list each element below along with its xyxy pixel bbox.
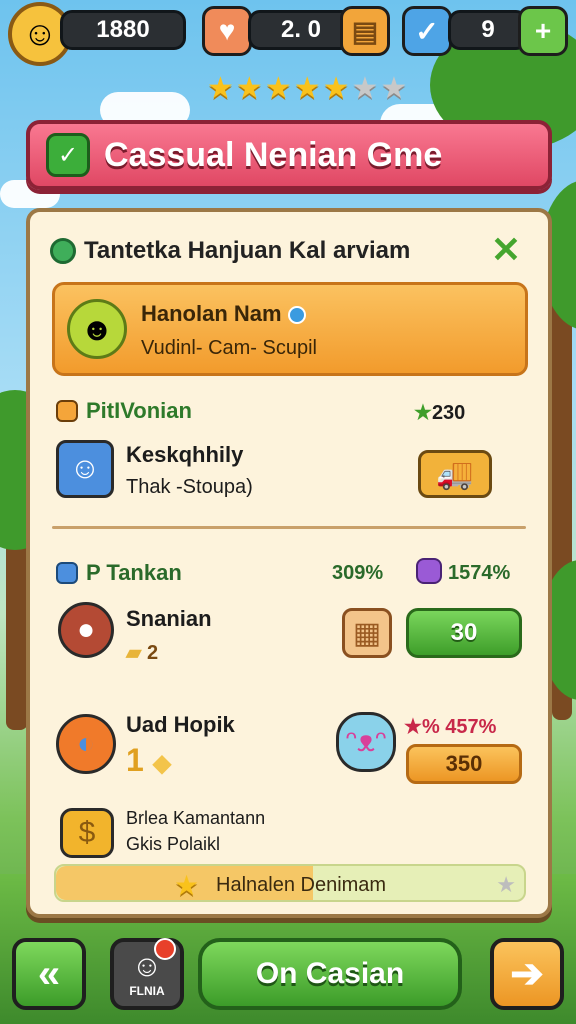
item-b-stat: ★% 457% bbox=[404, 714, 496, 739]
progress-label: Halnalen Denimam bbox=[216, 874, 387, 896]
item-b-buy-label: 350 bbox=[445, 751, 483, 776]
back-arrow-icon: « bbox=[37, 951, 61, 996]
red-creature-icon: ● bbox=[58, 602, 114, 658]
progress-star-icon: ★ bbox=[174, 870, 200, 901]
truck-icon: 🚚 bbox=[418, 450, 492, 498]
section2-pct-a: 309% bbox=[332, 562, 384, 584]
orange-gem-icon bbox=[56, 400, 78, 422]
item-b-subtitle: 1 ◆ bbox=[126, 742, 171, 779]
star-rating: ★ ★ ★ ★ ★ ★ ★ bbox=[207, 74, 407, 104]
item-b-subtitle-text: 1 bbox=[126, 742, 144, 778]
progress-end-star-icon: ★ bbox=[496, 872, 516, 897]
item-c-title: Brlea Kamantann bbox=[126, 808, 266, 828]
item-b-buy-button[interactable]: 350 bbox=[406, 744, 522, 784]
green-star-icon: ★ bbox=[414, 402, 432, 424]
section1-heading: PitIVonian bbox=[56, 398, 192, 424]
rating-star-icon: ★ bbox=[235, 72, 263, 105]
hero-name: Hanolan Nam bbox=[141, 301, 306, 327]
close-button[interactable]: ✕ bbox=[488, 232, 524, 268]
energy-count: 9 bbox=[481, 16, 495, 43]
chest-icon[interactable]: ▤ bbox=[340, 6, 390, 56]
pink-star-icon: ★ bbox=[404, 716, 422, 738]
section2-heading-text: P Tankan bbox=[86, 560, 182, 585]
panel-title: Tantetka Hanjuan Kal arviam bbox=[84, 237, 411, 264]
section1-item-subtitle: Thak -Stoupa) bbox=[126, 476, 253, 498]
main-panel: Tantetka Hanjuan Kal arviam ✕ ☻ Hanolan … bbox=[26, 208, 552, 918]
coin-count: 1880 bbox=[96, 16, 150, 43]
purple-gem-icon bbox=[416, 558, 442, 584]
main-action-button[interactable]: On Casian bbox=[198, 938, 462, 1010]
shield-check-icon: ✓ bbox=[46, 133, 90, 177]
energy-counter: 9 bbox=[448, 10, 528, 50]
section1-reward: ★230 bbox=[414, 400, 465, 425]
item-b-stat-text: % 457% bbox=[421, 716, 497, 738]
section2-heading: P Tankan bbox=[56, 560, 182, 586]
game-title: Cassual Nenian Gme bbox=[104, 135, 443, 174]
energy-icon: ✓ bbox=[402, 6, 452, 56]
hero-name-text: Hanolan Nam bbox=[141, 301, 282, 326]
blue-cat-icon: ᵔᴥᵔ bbox=[336, 712, 396, 772]
section2-pct-b: 1574% bbox=[448, 562, 511, 584]
friend-label: FLNIA bbox=[129, 984, 165, 998]
next-button[interactable]: ➔ bbox=[490, 938, 564, 1010]
orange-orb-icon: ◐ bbox=[56, 714, 116, 774]
rating-star-icon: ★ bbox=[293, 72, 321, 105]
item-a-subtitle: ▰ 2 bbox=[126, 640, 158, 665]
notification-badge bbox=[154, 938, 176, 960]
item-a-title: Snanian bbox=[126, 606, 212, 631]
next-arrow-icon: ➔ bbox=[510, 952, 544, 996]
crate-icon: ▦ bbox=[342, 608, 392, 658]
blue-book-icon: ☺ bbox=[56, 440, 114, 498]
badge-icon bbox=[287, 306, 306, 325]
rating-star-icon: ★ bbox=[207, 72, 234, 105]
item-c-subtitle: Gkis Polaikl bbox=[126, 834, 221, 854]
section1-item-title: Keskqhhily bbox=[126, 442, 244, 467]
back-button[interactable]: « bbox=[12, 938, 86, 1010]
divider bbox=[52, 526, 526, 529]
title-banner: ✓ Cassual Nenian Gme bbox=[26, 120, 552, 190]
rating-star-icon: ★ bbox=[264, 72, 292, 105]
gem-icon bbox=[50, 238, 76, 264]
item-a-buy-label: 30 bbox=[450, 619, 478, 646]
heart-icon: ♥ bbox=[202, 6, 252, 56]
helmet-face-icon: ☺ bbox=[22, 14, 58, 53]
item-a-buy-button[interactable]: 30 bbox=[406, 608, 522, 658]
rating-star-icon: ★ bbox=[322, 72, 350, 105]
item-b-title: Uad Hopik bbox=[126, 712, 235, 737]
smiley-face-icon: ☻ bbox=[67, 299, 127, 359]
panel-header: Tantetka Hanjuan Kal arviam ✕ bbox=[50, 232, 528, 268]
rating-star-icon: ★ bbox=[380, 72, 408, 105]
lives-count: 2. 0 bbox=[280, 16, 322, 43]
coin-bag-icon: ◆ bbox=[152, 750, 172, 777]
lives-counter: 2. 0 bbox=[248, 10, 354, 50]
plus-icon: + bbox=[534, 15, 552, 46]
section1-heading-text: PitIVonian bbox=[86, 398, 192, 423]
hero-subtitle: Vudinl- Cam- Scupil bbox=[141, 337, 317, 359]
add-energy-button[interactable]: + bbox=[518, 6, 568, 56]
ticket-icon: ▰ bbox=[126, 642, 142, 664]
blue-gem-icon bbox=[56, 562, 78, 584]
close-icon: ✕ bbox=[490, 229, 522, 270]
main-action-label: On Casian bbox=[255, 957, 405, 990]
coin-counter: 1880 bbox=[60, 10, 186, 50]
item-a-subtitle-text: 2 bbox=[146, 642, 159, 664]
section1-reward-text: 230 bbox=[431, 402, 466, 424]
hero-card[interactable]: ☻ Hanolan Nam Vudinl- Cam- Scupil bbox=[52, 282, 528, 376]
rating-star-icon: ★ bbox=[351, 72, 379, 105]
gold-coin-icon: $ bbox=[60, 808, 114, 858]
progress-bar: ★ Halnalen Denimam ★ bbox=[54, 864, 526, 902]
